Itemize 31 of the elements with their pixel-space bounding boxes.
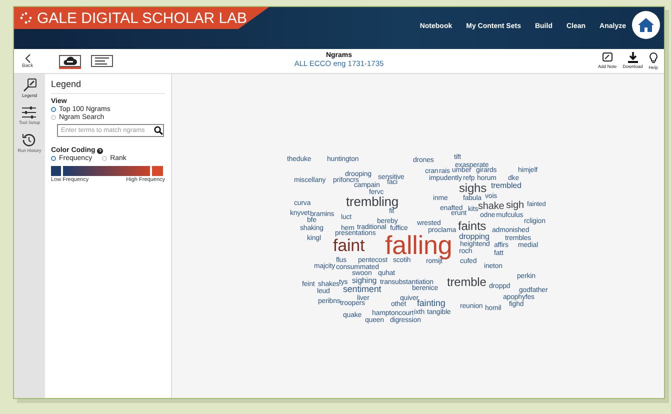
sliders-icon xyxy=(21,106,38,119)
home-button[interactable] xyxy=(632,11,660,39)
text-view-tab[interactable] xyxy=(91,55,114,67)
cloud-word[interactable]: sentiment xyxy=(343,285,382,294)
cloud-word[interactable]: dropping xyxy=(459,233,490,241)
cloud-word[interactable]: sighs xyxy=(459,183,487,194)
cloud-word[interactable]: fainting xyxy=(417,299,446,308)
cloud-word[interactable]: sighing xyxy=(352,277,377,285)
download-icon xyxy=(628,52,638,63)
cloud-word[interactable]: trembled xyxy=(491,182,522,190)
cloud-word[interactable]: faint xyxy=(333,239,365,254)
legend-icon xyxy=(22,78,36,92)
cloud-icon xyxy=(63,56,78,66)
cloud-word[interactable]: sigh xyxy=(506,201,524,211)
help-icon[interactable] xyxy=(97,148,104,154)
word-cloud-tab[interactable] xyxy=(59,55,82,67)
search-icon xyxy=(154,126,163,135)
cloud-word[interactable]: faints xyxy=(458,221,486,232)
panel-title: Legend xyxy=(51,79,165,94)
app-title: GALE DIGITAL SCHOLAR LAB xyxy=(37,10,248,26)
text-lines-icon xyxy=(94,56,110,66)
cloud-word[interactable]: trembling xyxy=(346,196,399,208)
app-logo[interactable]: GALE DIGITAL SCHOLAR LAB xyxy=(14,7,270,29)
cloud-word[interactable]: shake xyxy=(478,202,504,212)
home-icon xyxy=(638,18,654,32)
lightbulb-icon xyxy=(648,52,658,64)
sparkle-icon xyxy=(20,12,32,24)
chevron-left-icon xyxy=(24,54,31,62)
cloud-word[interactable]: tremble xyxy=(447,277,486,288)
history-icon xyxy=(22,133,36,147)
note-icon xyxy=(602,52,613,63)
